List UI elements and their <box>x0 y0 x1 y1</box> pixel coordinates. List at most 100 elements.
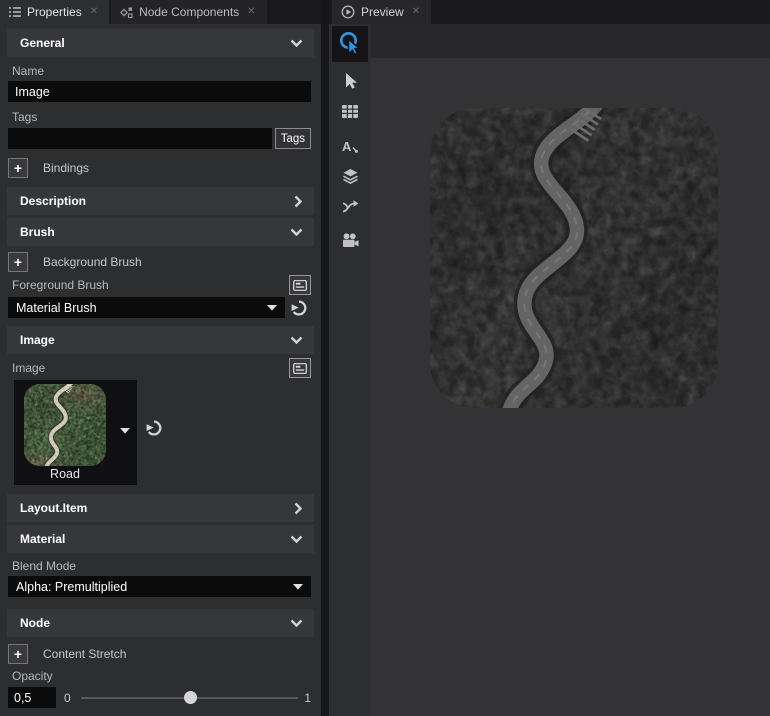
section-title: Layout.Item <box>20 501 87 515</box>
section-title: General <box>20 36 65 50</box>
image-dropdown-button[interactable] <box>117 424 133 438</box>
layers-tool-button[interactable] <box>332 161 368 191</box>
chevron-right-icon <box>294 502 303 515</box>
preview-play-icon <box>341 5 355 19</box>
tags-row: Tags <box>8 128 311 149</box>
foreground-brush-label: Foreground Brush <box>12 278 109 292</box>
grid-tool-button[interactable] <box>332 96 368 126</box>
image-editor-button[interactable] <box>289 358 311 378</box>
section-header-description[interactable]: Description <box>7 187 314 215</box>
chevron-down-icon <box>290 336 303 345</box>
tab-node-components[interactable]: Node Components ✕ <box>111 0 266 24</box>
left-tabbar: Properties ✕ Node Components ✕ <box>0 0 321 24</box>
chevron-down-icon <box>290 535 303 544</box>
blend-mode-label: Blend Mode <box>12 559 309 573</box>
add-content-stretch-button[interactable]: + <box>8 644 28 664</box>
image-resource-area: Road <box>0 378 321 485</box>
background-brush-row: + Background Brush <box>8 251 321 273</box>
section-header-brush[interactable]: Brush <box>7 218 314 246</box>
camera-icon <box>342 233 359 248</box>
foreground-brush-value: Material Brush <box>16 301 97 315</box>
add-background-brush-button[interactable]: + <box>8 252 28 272</box>
opacity-row: 0 1 <box>8 687 311 708</box>
reset-icon <box>290 299 308 317</box>
section-header-layout-item[interactable]: Layout.Item <box>7 494 314 522</box>
image-resource-name: Road <box>24 467 106 481</box>
opacity-slider-handle[interactable] <box>184 691 197 704</box>
section-title: Node <box>20 616 50 630</box>
tab-properties[interactable]: Properties ✕ <box>0 0 109 24</box>
chevron-down-icon <box>290 228 303 237</box>
foreground-brush-label-row: Foreground Brush <box>8 275 311 295</box>
close-icon[interactable]: ✕ <box>88 6 100 18</box>
image-label-row: Image <box>8 358 311 378</box>
opacity-value-input[interactable] <box>8 687 56 708</box>
reset-icon <box>145 419 163 437</box>
properties-list-icon <box>9 6 21 18</box>
name-input[interactable] <box>8 81 311 102</box>
interact-tool-button[interactable] <box>332 26 368 62</box>
properties-panel: Properties ✕ Node Components ✕ General <box>0 0 321 716</box>
blend-mode-row: Alpha: Premultiplied <box>8 576 311 597</box>
opacity-max-label: 1 <box>304 691 311 705</box>
image-reset-button[interactable] <box>145 419 163 437</box>
section-title: Brush <box>20 225 55 239</box>
close-icon[interactable]: ✕ <box>245 6 257 18</box>
select-cursor-icon <box>341 72 359 90</box>
chevron-down-icon <box>120 428 130 434</box>
blend-mode-value: Alpha: Premultiplied <box>16 580 127 594</box>
name-label: Name <box>12 64 309 78</box>
preview-image-node[interactable] <box>430 108 718 408</box>
foreground-brush-editor-button[interactable] <box>289 275 311 295</box>
tab-properties-label: Properties <box>27 5 82 19</box>
blend-mode-dropdown[interactable]: Alpha: Premultiplied <box>8 576 311 597</box>
right-tabbar: Preview ✕ <box>329 0 770 24</box>
interact-cursor-icon <box>338 31 362 57</box>
layers-icon <box>342 168 359 184</box>
add-binding-button[interactable]: + <box>8 158 28 178</box>
svg-text:A: A <box>342 139 352 154</box>
foreground-brush-row: Material Brush <box>8 297 311 318</box>
section-header-material[interactable]: Material <box>7 525 314 553</box>
panel-splitter[interactable] <box>321 0 329 716</box>
preview-toolbar: A <box>329 24 371 716</box>
chevron-right-icon <box>294 195 303 208</box>
grid-icon <box>342 105 358 118</box>
preview-canvas[interactable] <box>371 58 770 716</box>
image-resource-card[interactable]: Road <box>14 380 137 485</box>
bindings-label: Bindings <box>43 161 89 175</box>
connections-icon <box>342 198 359 214</box>
tab-node-components-label: Node Components <box>139 5 239 19</box>
background-brush-label: Background Brush <box>43 255 142 269</box>
close-icon[interactable]: ✕ <box>410 6 422 18</box>
section-header-general[interactable]: General <box>7 29 314 57</box>
content-stretch-label: Content Stretch <box>43 647 126 661</box>
panel-editor-icon <box>293 363 307 374</box>
bindings-row: + Bindings <box>8 157 321 179</box>
section-title: Material <box>20 532 65 546</box>
image-thumbnail[interactable] <box>24 384 106 466</box>
panel-editor-icon <box>293 280 307 291</box>
section-title: Image <box>20 333 55 347</box>
section-header-node[interactable]: Node <box>7 609 314 637</box>
tags-label: Tags <box>12 110 309 124</box>
text-tool-icon: A <box>342 139 359 154</box>
section-header-image[interactable]: Image <box>7 326 314 354</box>
foreground-brush-reset-button[interactable] <box>290 299 308 317</box>
section-title: Description <box>20 194 86 208</box>
chevron-down-icon <box>293 584 303 590</box>
opacity-min-label: 0 <box>64 691 71 705</box>
chevron-down-icon <box>290 39 303 48</box>
camera-tool-button[interactable] <box>332 225 368 255</box>
opacity-label: Opacity <box>12 669 309 683</box>
text-tool-button[interactable]: A <box>332 131 368 161</box>
connections-tool-button[interactable] <box>332 191 368 221</box>
tags-input[interactable] <box>8 128 272 149</box>
opacity-slider[interactable] <box>81 691 299 704</box>
application-window: Properties ✕ Node Components ✕ General <box>0 0 770 716</box>
tab-preview[interactable]: Preview ✕ <box>332 0 431 24</box>
node-components-icon <box>120 6 133 19</box>
tags-button[interactable]: Tags <box>275 128 311 149</box>
foreground-brush-dropdown[interactable]: Material Brush <box>8 297 285 318</box>
select-tool-button[interactable] <box>332 66 368 96</box>
